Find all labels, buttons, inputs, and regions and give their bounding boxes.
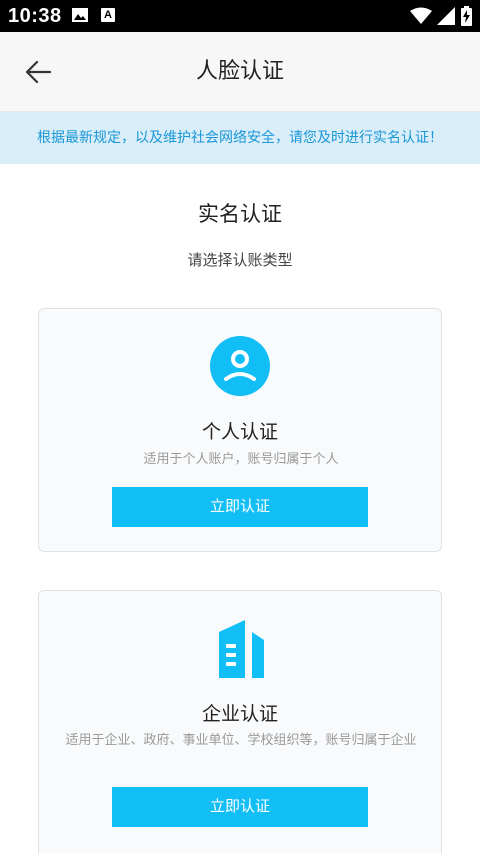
card-description: 适用于个人账户，账号归属于个人	[143, 452, 339, 467]
section-title: 实名认证	[198, 202, 282, 226]
business-verification-card: 企业认证 适用于企业、政府、事业单位、学校组织等，账号归属于企业 立即认证	[38, 590, 442, 853]
page-title: 人脸认证	[195, 59, 284, 84]
image-notification-icon	[72, 8, 88, 22]
personal-verification-card: 个人认证 适用于个人账户，账号归属于个人 立即认证	[38, 308, 442, 552]
notice-banner: 根据最新规定，以及维护社会网络安全，请您及时进行实名认证！	[0, 112, 480, 164]
status-time: 10:38	[8, 5, 62, 27]
personal-verify-button[interactable]: 立即认证	[112, 487, 368, 527]
a-notification-icon: A	[101, 8, 115, 22]
card-title: 个人认证	[201, 421, 278, 443]
business-verify-button[interactable]: 立即认证	[112, 787, 368, 827]
battery-charging-icon	[461, 6, 472, 26]
building-icon	[219, 620, 264, 678]
signal-icon	[437, 7, 455, 25]
header: 人脸认证	[0, 32, 480, 112]
user-icon	[210, 336, 270, 396]
card-title: 企业认证	[201, 703, 278, 725]
back-arrow-icon[interactable]	[22, 54, 54, 90]
wifi-icon	[410, 7, 432, 24]
card-description: 适用于企业、政府、事业单位、学校组织等，账号归属于企业	[65, 733, 417, 748]
status-bar: 10:38 A	[0, 0, 480, 32]
section-subtitle: 请选择认账类型	[187, 251, 293, 269]
